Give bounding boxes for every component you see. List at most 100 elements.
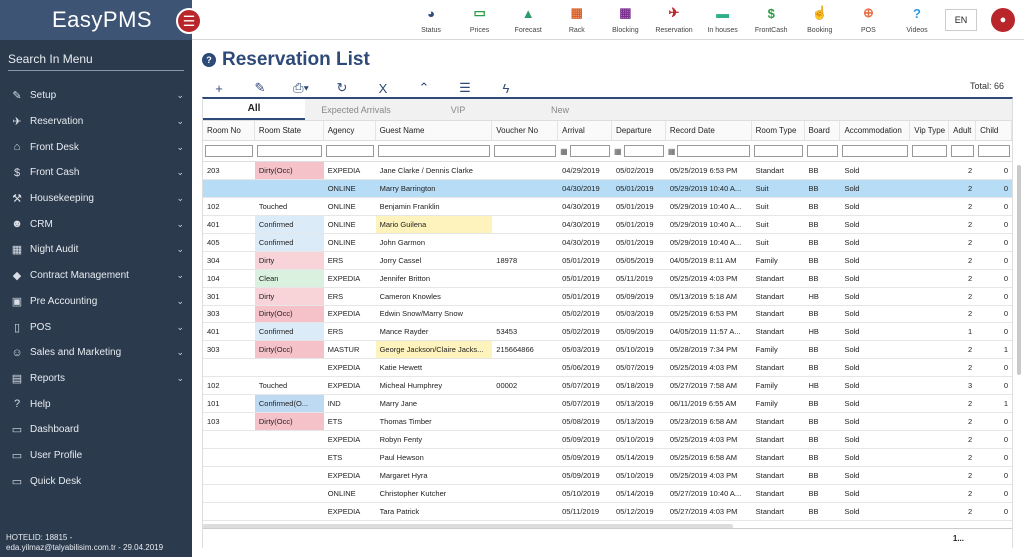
topbar-reservation-button[interactable]: ✈ Reservation: [652, 4, 696, 38]
tab-expected-arrivals[interactable]: Expected Arrivals: [305, 99, 407, 120]
sidebar-item-pre-accounting[interactable]: ▣ Pre Accounting ⌄: [0, 289, 192, 315]
calendar-icon[interactable]: ▦: [614, 147, 622, 156]
column-header-adult[interactable]: Adult: [949, 121, 977, 140]
table-row[interactable]: 104 Clean EXPEDIA Jennifer Britton 05/01/201…: [203, 269, 1012, 288]
excel-icon[interactable]: X: [374, 80, 392, 96]
sidebar-item-help[interactable]: ? Help: [0, 391, 192, 417]
tab-vip[interactable]: VIP: [407, 99, 509, 120]
sidebar-item-front-cash[interactable]: $ Front Cash ⌄: [0, 160, 192, 186]
table-row[interactable]: EXPEDIA Katie Hewett 05/06/2019 05/07/2019 0…: [203, 359, 1012, 378]
topbar-status-button[interactable]: ◕ Status: [409, 4, 453, 38]
sidebar-item-pos[interactable]: ▯ POS ⌄: [0, 314, 192, 340]
pager[interactable]: 1...: [203, 528, 1012, 548]
sidebar-item-sales-and-marketing[interactable]: ☺ Sales and Marketing ⌄: [0, 340, 192, 366]
cell-accommodation: Sold: [844, 273, 860, 283]
column-header-state[interactable]: Room State: [255, 121, 324, 140]
filter-input-departure[interactable]: [623, 145, 664, 157]
table-row[interactable]: 303 Dirty(Occ) EXPEDIA Edwin Snow/Marry Sno…: [203, 305, 1012, 324]
column-header-record[interactable]: Record Date: [666, 121, 752, 140]
filter-input-arrival[interactable]: [569, 145, 610, 157]
print-icon[interactable]: ⎙▾: [292, 80, 310, 96]
topbar-videos-button[interactable]: ? Videos: [895, 4, 939, 38]
table-row[interactable]: 405 Confirmed ONLINE John Garmon 04/30/2019 0…: [203, 233, 1012, 252]
table-row[interactable]: EXPEDIA Margaret Hyra 05/09/2019 05/10/2019…: [203, 467, 1012, 485]
sidebar-item-user-profile[interactable]: ▭ User Profile: [0, 443, 192, 469]
column-header-child[interactable]: Child: [976, 121, 1013, 140]
topbar-pos-button[interactable]: ⊕ POS: [846, 4, 890, 38]
sidebar-item-reports[interactable]: ▤ Reports ⌄: [0, 366, 192, 392]
tab-all[interactable]: All: [203, 99, 305, 120]
table-row[interactable]: 304 Dirty ERS Jorry Cassel 18978 05/01/2019 05…: [203, 251, 1012, 270]
refresh-icon[interactable]: ↻: [333, 80, 351, 96]
table-row[interactable]: ONLINE Marry Barrington 04/30/2019 05/01/20…: [203, 179, 1012, 198]
column-header-room[interactable]: Room No: [203, 121, 255, 140]
language-selector[interactable]: EN: [945, 9, 977, 31]
table-row[interactable]: 102 Touched EXPEDIA Micheal Humphrey 00002 05…: [203, 377, 1012, 396]
topbar-booking-button[interactable]: ☝ Booking: [798, 4, 842, 38]
calendar-icon[interactable]: ▦: [668, 147, 676, 156]
bolt-icon[interactable]: ϟ: [497, 80, 515, 96]
sidebar-item-housekeeping[interactable]: ⚒ Housekeeping ⌄: [0, 186, 192, 212]
table-row[interactable]: 203 Dirty(Occ) EXPEDIA Jane Clarke / Dennis…: [203, 162, 1012, 180]
table-row[interactable]: EXPEDIA Robyn Fenty 05/09/2019 05/10/2019 05…: [203, 431, 1012, 449]
user-avatar-icon[interactable]: ●: [991, 8, 1015, 32]
table-row[interactable]: 401 Confirmed ONLINE Mario Guilena 04/30/201…: [203, 215, 1012, 234]
column-header-arrival[interactable]: Arrival: [558, 121, 612, 140]
sidebar-item-setup[interactable]: ✎ Setup ⌄: [0, 83, 192, 109]
table-row[interactable]: 102 Touched ONLINE Benjamin Franklin 04/30/2…: [203, 198, 1012, 216]
table-row[interactable]: 401 Confirmed ERS Mance Rayder 53453 05/02/20…: [203, 323, 1012, 342]
filter-input-agency[interactable]: [325, 145, 374, 157]
edit-icon[interactable]: ✎: [251, 80, 269, 96]
add-icon[interactable]: +: [210, 80, 228, 96]
table-row[interactable]: EXPEDIA Tara Patrick 05/11/2019 05/12/2019 0…: [203, 503, 1012, 521]
topbar-prices-button[interactable]: ▭ Prices: [458, 4, 502, 38]
column-header-agency[interactable]: Agency: [324, 121, 376, 140]
chevron-up-icon[interactable]: ⌃: [415, 80, 433, 96]
filter-input-adult[interactable]: [951, 145, 975, 157]
sidebar-item-night-audit[interactable]: ▦ Night Audit ⌄: [0, 237, 192, 263]
sidebar-item-crm[interactable]: ☻ CRM ⌄: [0, 211, 192, 237]
filter-input-accommodation[interactable]: [842, 145, 909, 157]
sidebar-item-front-desk[interactable]: ⌂ Front Desk ⌄: [0, 134, 192, 160]
column-header-accommodation[interactable]: Accommodation: [840, 121, 911, 140]
filter-input-child[interactable]: [978, 145, 1011, 157]
table-row[interactable]: 303 Dirty(Occ) MASTUR George Jackson/Claire…: [203, 341, 1012, 360]
help-question-icon[interactable]: ?: [202, 53, 216, 67]
topbar-rack-button[interactable]: ▦ Rack: [555, 4, 599, 38]
column-header-voucher[interactable]: Voucher No: [492, 121, 559, 140]
filter-input-roomtype[interactable]: [753, 145, 803, 157]
table-row[interactable]: 301 Dirty ERS Cameron Knowles 05/01/2019 05/0…: [203, 287, 1012, 306]
table-row[interactable]: ETS Paul Hewson 05/09/2019 05/14/2019 05/25/…: [203, 449, 1012, 467]
sidebar-item-reservation[interactable]: ✈ Reservation ⌄: [0, 109, 192, 135]
topbar-frontcash-button[interactable]: $ FrontCash: [749, 4, 793, 38]
filter-input-voucher[interactable]: [494, 145, 557, 157]
filter-input-board[interactable]: [806, 145, 839, 157]
menu-search-input[interactable]: Search In Menu: [8, 52, 184, 71]
topbar-forecast-button[interactable]: ▲ Forecast: [506, 4, 550, 38]
calendar-icon[interactable]: ▦: [560, 147, 568, 156]
cell-voucher: [492, 467, 558, 484]
table-row[interactable]: 103 Dirty(Occ) ETS Thomas Timber 05/08/2019 0…: [203, 413, 1012, 432]
topbar-blocking-button[interactable]: ▦ Blocking: [603, 4, 647, 38]
column-header-board[interactable]: Board: [805, 121, 841, 140]
filter-input-room[interactable]: [205, 145, 253, 157]
vertical-scrollbar[interactable]: [1017, 165, 1021, 375]
column-header-departure[interactable]: Departure: [612, 121, 666, 140]
sidebar-item-contract-management[interactable]: ◆ Contract Management ⌄: [0, 263, 192, 289]
table-row[interactable]: 101 Confirmed(O... IND Marry Jane 05/07/2019…: [203, 395, 1012, 414]
menu-icon[interactable]: ☰: [456, 80, 474, 96]
filter-input-state[interactable]: [256, 145, 322, 157]
filter-input-vip[interactable]: [912, 145, 948, 157]
column-header-roomtype[interactable]: Room Type: [752, 121, 805, 140]
sidebar-item-quick-desk[interactable]: ▭ Quick Desk: [0, 468, 192, 494]
tab-new[interactable]: New: [509, 99, 611, 120]
column-header-guest[interactable]: Guest Name: [376, 121, 493, 140]
topbar-in-houses-button[interactable]: ▬ In houses: [701, 4, 745, 38]
hamburger-menu-icon[interactable]: ☰: [176, 8, 202, 34]
filter-input-record[interactable]: [677, 145, 750, 157]
column-header-vip[interactable]: Vip Type: [910, 121, 950, 140]
sidebar-item-dashboard[interactable]: ▭ Dashboard: [0, 417, 192, 443]
cell-record: 05/23/2019 6:58 AM: [669, 417, 737, 427]
filter-input-guest[interactable]: [377, 145, 491, 157]
table-row[interactable]: ONLINE Christopher Kutcher 05/10/2019 05/14…: [203, 485, 1012, 503]
